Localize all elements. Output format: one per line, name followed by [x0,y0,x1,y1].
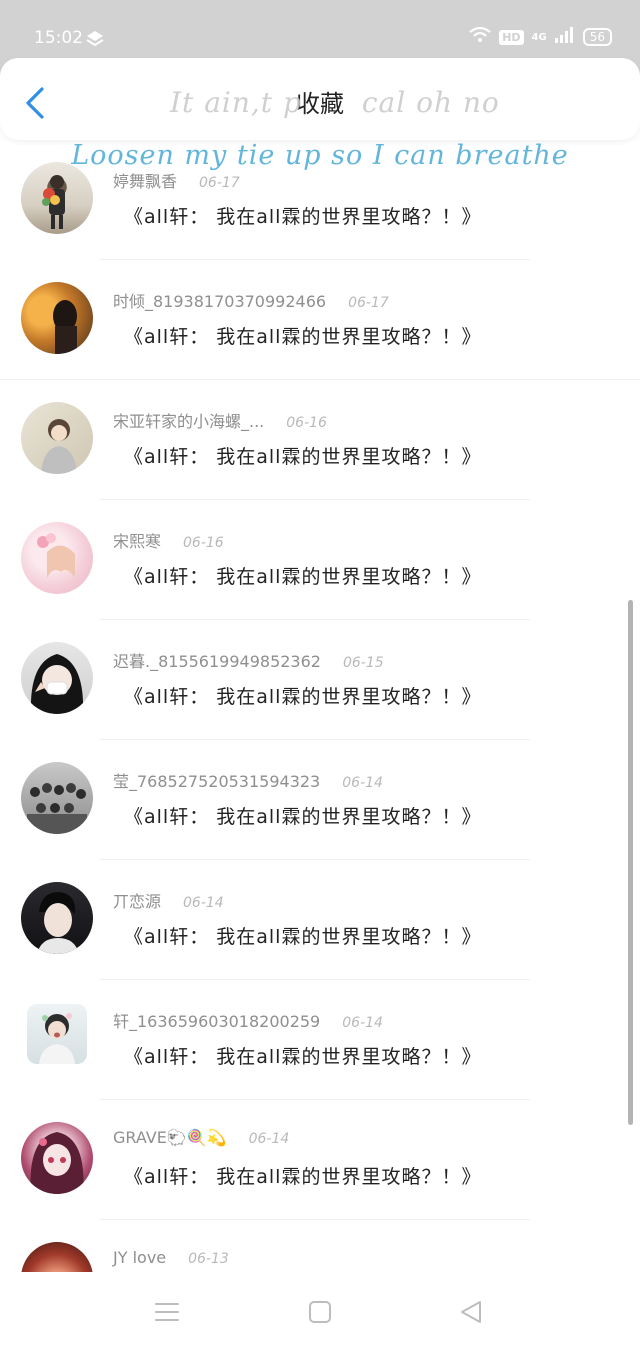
back-nav-button[interactable] [456,1298,486,1326]
sender-row: 轩_163659603018200259 06-14 [113,1008,383,1032]
scrollbar[interactable] [628,600,633,1125]
list-item[interactable]: 轩_163659603018200259 06-14 《all轩： 我在all霖的… [0,980,640,1100]
message-date: 06-15 [342,655,384,671]
menu-button[interactable] [152,1298,182,1326]
sender-name: JY love [113,1248,167,1267]
avatar[interactable] [21,1122,93,1194]
avatar[interactable] [27,1004,87,1064]
avatar[interactable] [21,162,93,234]
message-text[interactable]: 《all轩： 我在all霖的世界里攻略？！》 [124,202,481,229]
avatar[interactable] [21,762,93,834]
layers-icon [86,29,104,51]
message-text[interactable]: 《all轩： 我在all霖的世界里攻略？！》 [124,1042,481,1069]
message-text[interactable]: 《all轩： 我在all霖的世界里攻略？！》 [124,1162,481,1189]
sender-row: 宋亚轩家的小海螺_... 06-16 [113,408,327,432]
list-item[interactable]: 莹_7685275205315943​23 06-14 《all轩： 我在all霖… [0,740,640,860]
message-date: 06-16 [183,535,224,551]
menu-icon [155,1303,179,1321]
status-indicators: HD 4G 56 [469,26,612,47]
sender-row: 时倾_819381703709924​66 06-17 [113,288,389,312]
home-button[interactable] [305,1298,335,1326]
avatar[interactable] [21,642,93,714]
sender-name: 丌恋源 [113,892,162,911]
status-time: 15:02 [34,28,83,48]
message-date: 06-17 [348,295,389,311]
signal-icon [554,27,575,47]
lyric-overlay-line1: It ain,t political oh no [170,86,500,119]
list-item[interactable]: 宋亚轩家的小海螺_... 06-16 《all轩： 我在all霖的世界里攻略？！》 [0,380,640,500]
list-item[interactable]: 宋熙寒 06-16 《all轩： 我在all霖的世界里攻略？！》 [0,500,640,620]
sender-row: GRAVE🐑🍭💫 06-14 [113,1128,289,1147]
lyric-overlay-line2: Loosen my tie up so I can breathe [71,140,569,171]
message-text[interactable]: 《all轩： 我在all霖的世界里攻略？！》 [124,682,481,709]
sender-name: 莹_7685275205315943​23 [113,772,321,791]
sender-row: 丌恋源 06-14 [113,888,224,912]
battery-indicator: 56 [582,28,612,46]
message-text[interactable]: 《all轩： 我在all霖的世界里攻略？！》 [124,922,481,949]
sender-name: GRAVE🐑🍭💫 [113,1128,227,1147]
favorites-list[interactable]: 婷舞飘香 06-17 《all轩： 我在all霖的世界里攻略？！》 时倾_8193… [0,140,640,1272]
message-date: 06-16 [286,415,327,431]
sender-name: 宋熙寒 [113,532,162,551]
sender-name: 宋亚轩家的小海螺_... [113,412,265,431]
back-triangle-icon [461,1301,481,1323]
message-text[interactable]: 《all轩： 我在all霖的世界里攻略？！》 [124,562,481,589]
avatar[interactable] [21,402,93,474]
network-label: 4G [531,31,547,43]
sender-name: 婷舞飘香 [113,172,178,191]
message-text[interactable]: 《all轩： 我在all霖的世界里攻略？！》 [124,442,481,469]
system-nav-bar [0,1272,640,1351]
avatar[interactable] [21,1242,93,1272]
message-date: 06-17 [199,175,240,191]
sender-name: 轩_163659603018200259 [113,1012,321,1031]
sender-row: JY love 06-13 [113,1248,229,1267]
sender-row: 莹_7685275205315943​23 06-14 [113,768,383,792]
lyric-line1-tail: cal oh no [361,86,500,119]
sender-row: 宋熙寒 06-16 [113,528,224,552]
wifi-icon [469,26,491,47]
list-item[interactable]: 迟暮._8155619949852362 06-15 《all轩： 我在all霖的… [0,620,640,740]
hd-badge: HD [499,29,524,45]
message-date: 06-14 [342,1015,383,1031]
list-item[interactable]: GRAVE🐑🍭💫 06-14 《all轩： 我在all霖的世界里攻略？！》 [0,1100,640,1220]
list-item[interactable]: 丌恋源 06-14 《all轩： 我在all霖的世界里攻略？！》 [0,860,640,980]
home-icon [309,1301,331,1323]
message-date: 06-14 [248,1131,290,1147]
avatar[interactable] [21,522,93,594]
sender-name: 迟暮._8155619949852362 [113,652,321,671]
sender-row: 迟暮._8155619949852362 06-15 [113,648,384,672]
avatar[interactable] [21,282,93,354]
lyric-line1-head: It ain,t p [170,86,302,119]
message-text[interactable]: 《all轩： 我在all霖的世界里攻略？！》 [124,322,481,349]
message-date: 06-14 [342,775,383,791]
list-item[interactable]: JY love 06-13 [0,1220,640,1272]
sender-row: 婷舞飘香 06-17 [113,168,240,192]
message-date: 06-13 [188,1251,229,1267]
avatar[interactable] [21,882,93,954]
sender-name: 时倾_819381703709924​66 [113,292,327,311]
list-item[interactable]: 时倾_819381703709924​66 06-17 《all轩： 我在all霖… [0,260,640,380]
message-date: 06-14 [183,895,224,911]
message-text[interactable]: 《all轩： 我在all霖的世界里攻略？！》 [124,802,481,829]
